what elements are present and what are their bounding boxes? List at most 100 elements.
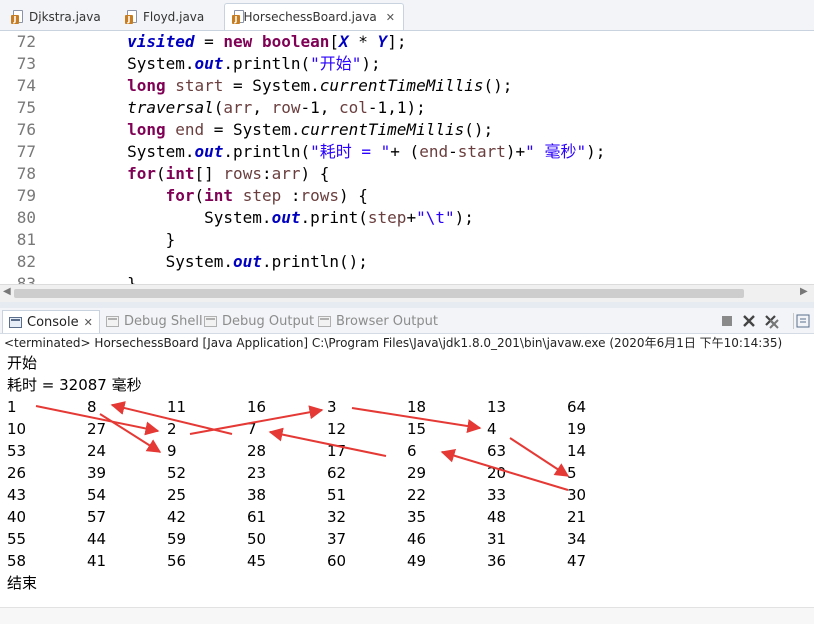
- debug-shell-icon: [106, 316, 119, 327]
- board-cell: 48: [487, 508, 507, 526]
- board-cell: 25: [167, 486, 187, 504]
- board-cell: 59: [167, 530, 187, 548]
- code-token: col: [339, 98, 368, 117]
- code-token: int: [204, 186, 234, 205]
- console-tab-bar: Console ✕ Debug Shell Debug Output Brows…: [0, 308, 814, 334]
- code-token: = System.: [223, 76, 320, 95]
- code-editor[interactable]: 72 visited = new boolean[X * Y]; 73 Syste…: [0, 31, 814, 284]
- line-number: 83: [16, 274, 36, 284]
- remove-launch-icon[interactable]: [740, 312, 758, 330]
- java-file-icon: J: [125, 9, 138, 24]
- board-cell: 37: [327, 530, 347, 548]
- code-token: "\t": [416, 208, 455, 227]
- board-cell: 26: [7, 464, 27, 482]
- code-token: start: [457, 142, 506, 161]
- code-token: .println();: [261, 252, 368, 271]
- code-token: out: [194, 54, 224, 73]
- code-token: " 毫秒": [525, 142, 587, 161]
- console-output[interactable]: 开始 耗时 = 32087 毫秒 1 8 11 16 3 18 13 64 10 27 2 7 12 15…: [0, 352, 814, 607]
- code-token: .println(: [223, 142, 311, 161]
- code-token: = System.: [204, 120, 301, 139]
- scroll-right-icon[interactable]: ▶: [800, 286, 808, 297]
- horizontal-scrollbar[interactable]: ◀ ▶: [0, 284, 814, 302]
- code-token: ) {: [339, 186, 368, 205]
- code-token: +: [406, 208, 417, 227]
- code-token: out: [194, 142, 224, 161]
- line-number: 79: [16, 186, 36, 205]
- line-number: 76: [16, 120, 36, 139]
- scroll-lock-icon[interactable]: [794, 312, 812, 330]
- board-cell: 58: [7, 552, 27, 570]
- code-token: for: [127, 164, 156, 183]
- code-token: step: [242, 186, 282, 205]
- close-icon[interactable]: ✕: [84, 316, 93, 329]
- tab-label: Debug Shell: [124, 314, 203, 329]
- board-cell: 23: [247, 464, 267, 482]
- tab-debug-shell[interactable]: Debug Shell: [100, 310, 209, 333]
- code-token: :: [261, 164, 272, 183]
- board-cell: 61: [247, 508, 267, 526]
- board-cell: 15: [407, 420, 427, 438]
- board-cell: 31: [487, 530, 507, 548]
- tab-djkstra[interactable]: J Djkstra.java: [4, 3, 109, 30]
- board-cell: 47: [567, 552, 587, 570]
- board-cell: 39: [87, 464, 107, 482]
- board-cell: 27: [87, 420, 107, 438]
- board-cell: 49: [407, 552, 427, 570]
- board-cell: 44: [87, 530, 107, 548]
- remove-all-icon[interactable]: [763, 312, 781, 330]
- line-number: 72: [16, 32, 36, 51]
- tab-horsechessboard[interactable]: J HorsechessBoard.java ✕: [224, 3, 404, 30]
- code-token: "耗时 = ": [310, 142, 391, 161]
- line-number: 82: [16, 252, 36, 271]
- code-token: end: [175, 120, 205, 139]
- output-elapsed-line: 耗时 = 32087 毫秒: [7, 376, 142, 394]
- tab-browser-output[interactable]: Browser Output: [312, 310, 444, 333]
- board-cell: 30: [567, 486, 587, 504]
- board-cell: 3: [327, 398, 337, 416]
- board-cell: 17: [327, 442, 347, 460]
- tab-floyd[interactable]: J Floyd.java: [118, 3, 212, 30]
- board-cell: 18: [407, 398, 427, 416]
- board-cell: 55: [7, 530, 27, 548]
- browser-output-icon: [318, 316, 331, 327]
- code-token: System.: [127, 54, 195, 73]
- tab-label: HorsechessBoard.java: [243, 10, 377, 24]
- code-token: (: [213, 98, 224, 117]
- code-token: ,: [252, 98, 272, 117]
- code-token: arr: [271, 164, 301, 183]
- scroll-left-icon[interactable]: ◀: [3, 286, 11, 297]
- code-token: long: [127, 76, 166, 95]
- close-icon[interactable]: ✕: [386, 11, 395, 24]
- tab-console[interactable]: Console ✕: [2, 310, 100, 333]
- console-status: <terminated> HorsechessBoard [Java Appli…: [4, 336, 783, 350]
- status-bar: [0, 607, 814, 624]
- code-token: Y: [377, 32, 388, 51]
- code-text: }: [50, 273, 137, 284]
- line-number: 75: [16, 98, 36, 117]
- code-token: .println(: [223, 54, 311, 73]
- tab-label: Console: [27, 314, 79, 330]
- scrollbar-thumb[interactable]: [14, 289, 744, 298]
- tab-debug-output[interactable]: Debug Output: [198, 310, 320, 333]
- line-number: 81: [16, 230, 36, 249]
- board-cell: 57: [87, 508, 107, 526]
- code-token: );: [586, 142, 606, 161]
- board-cell: 12: [327, 420, 347, 438]
- code-text: visited = new boolean[X * Y];: [50, 31, 406, 53]
- terminate-icon[interactable]: [718, 312, 736, 330]
- code-token: System.: [165, 252, 234, 271]
- code-token: currentTimeMillis: [319, 76, 484, 95]
- board-cell: 13: [487, 398, 507, 416]
- code-token: rows: [300, 186, 340, 205]
- output-start-line: 开始: [7, 354, 38, 372]
- code-text: long end = System.currentTimeMillis();: [50, 119, 493, 141]
- code-text: for(int step :rows) {: [50, 185, 368, 207]
- code-text: System.out.print(step+"\t");: [50, 207, 474, 229]
- code-token: + (: [390, 142, 420, 161]
